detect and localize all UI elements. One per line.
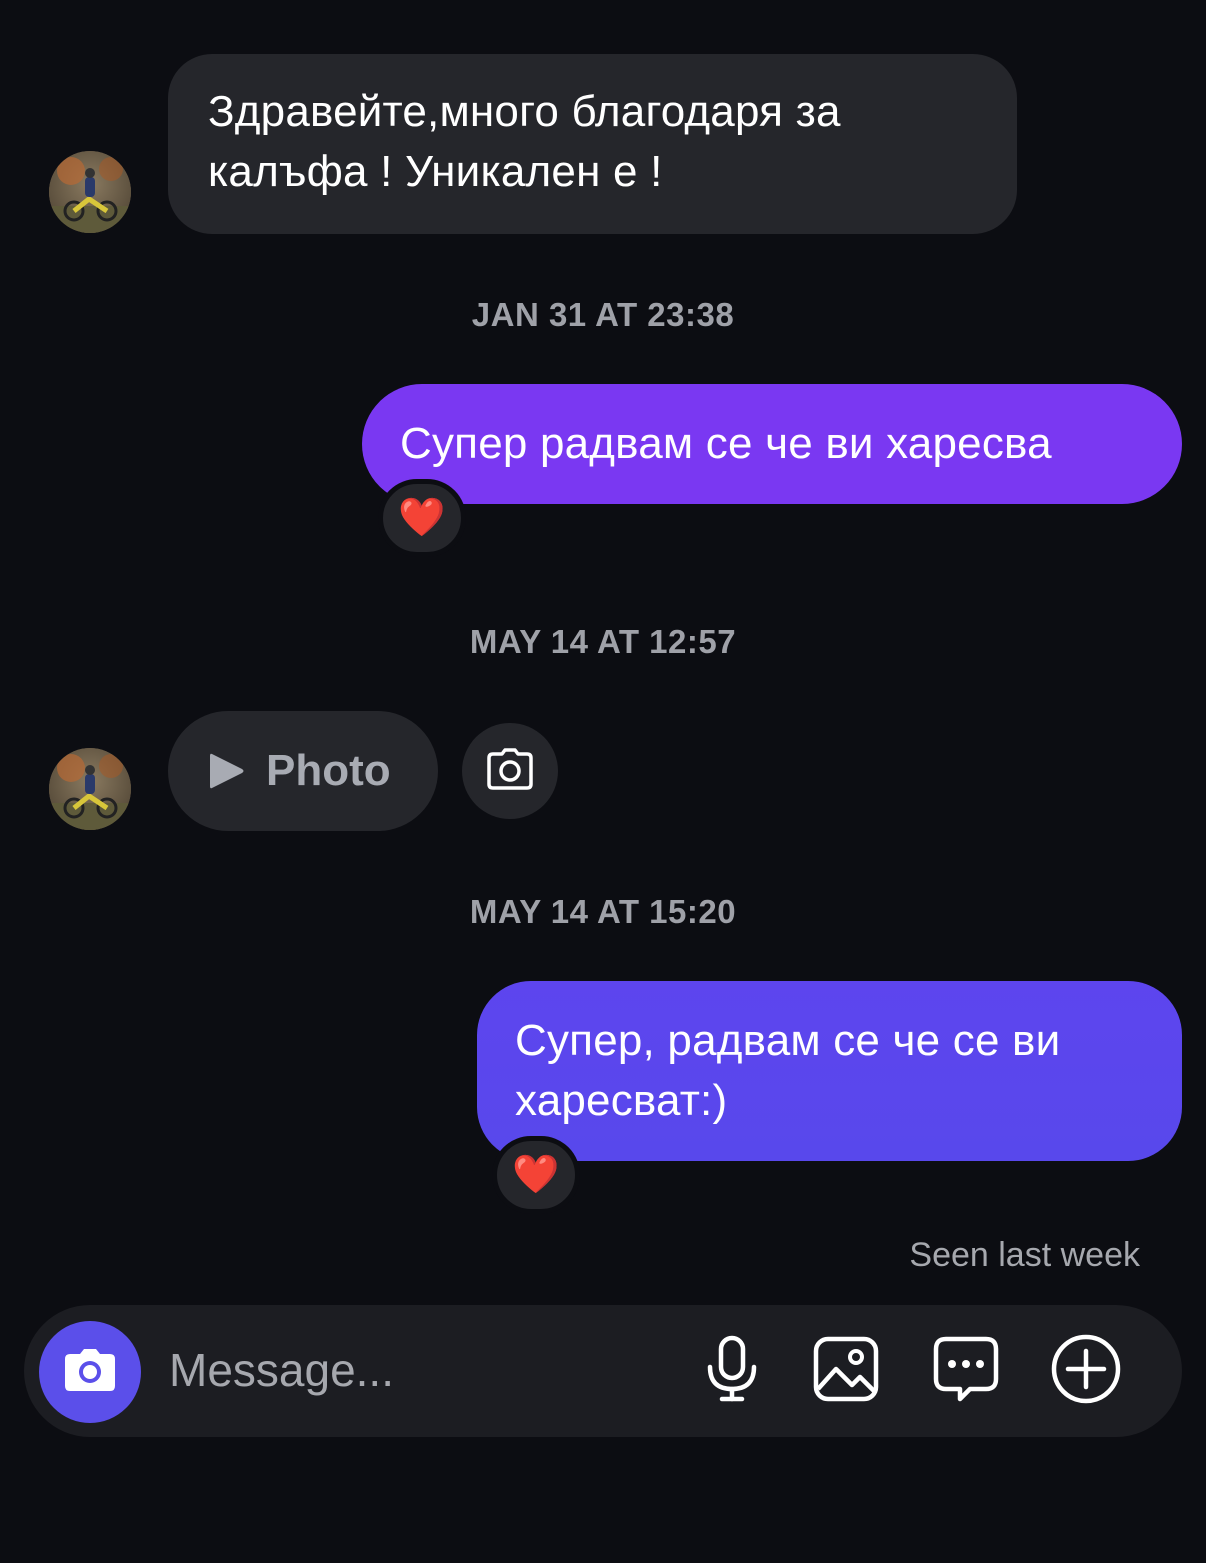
gallery-button[interactable] [810,1335,882,1407]
incoming-message-bubble[interactable]: Здравейте,много благодаря за калъфа ! Ун… [168,54,1017,234]
message-composer [24,1305,1182,1437]
message-text-line: Супер, радвам се че се ви [515,1016,1061,1065]
heart-reaction[interactable]: ❤️ [378,479,466,557]
timestamp: MAY 14 AT 15:20 [469,893,737,930]
heart-icon: ❤️ [398,497,446,539]
plus-circle-icon [1050,1333,1122,1410]
timestamp: MAY 14 AT 12:57 [469,623,737,660]
photo-label: Photo [266,746,391,795]
avatar[interactable] [49,151,131,233]
outgoing-message-bubble[interactable]: Супер радвам се че ви харесва [362,384,1182,504]
outgoing-message-bubble[interactable]: Супер, радвам се че се ви харесват:) [477,981,1182,1161]
camera-reply-button[interactable] [462,723,558,819]
message-text-line: калъфа ! Уникален е ! [208,147,663,196]
photo-message-bubble[interactable]: Photo [168,711,438,831]
timestamp: JAN 31 AT 23:38 [471,296,735,333]
sticker-chat-icon [932,1335,1000,1408]
heart-icon: ❤️ [512,1154,560,1196]
message-input[interactable] [169,1335,669,1405]
message-text-line: харесват:) [515,1076,728,1125]
camera-icon [62,1346,118,1399]
chat-screen: Здравейте,много благодаря за калъфа ! Ун… [0,0,1206,1563]
heart-reaction[interactable]: ❤️ [492,1136,580,1214]
microphone-button[interactable] [696,1335,768,1407]
camera-icon [486,747,534,795]
microphone-icon [704,1335,760,1408]
more-options-button[interactable] [1050,1333,1122,1410]
gallery-icon [812,1335,880,1408]
avatar[interactable] [49,748,131,830]
message-text-line: Здравейте,много благодаря за [208,87,841,136]
sticker-chat-button[interactable] [930,1335,1002,1407]
seen-status: Seen last week [909,1236,1140,1274]
camera-button[interactable] [39,1321,141,1423]
message-text: Супер радвам се че ви харесва [400,419,1052,468]
play-icon [206,750,246,792]
